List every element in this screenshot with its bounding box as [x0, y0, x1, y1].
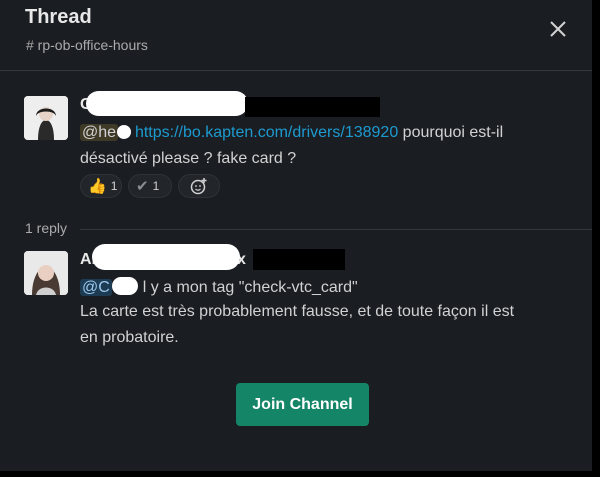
- reaction-thumbs-up[interactable]: 👍 1: [80, 174, 122, 198]
- message-line: @he https://bo.kapten.com/drivers/138920…: [80, 124, 503, 142]
- add-emoji-icon: [190, 178, 207, 195]
- redaction-mark: [253, 249, 345, 270]
- join-channel-button[interactable]: Join Channel: [236, 383, 369, 426]
- message-line: désactivé please ? fake card ?: [80, 150, 297, 167]
- close-button[interactable]: [545, 16, 571, 42]
- reaction-check[interactable]: ✔ 1: [128, 174, 172, 198]
- message-text: pourquoi est-il: [398, 124, 504, 141]
- driver-link[interactable]: https://bo.kapten.com/drivers/138920: [135, 124, 398, 141]
- user-mention[interactable]: @he: [80, 124, 119, 141]
- message-text: l y a mon tag "check-vtc_card": [142, 279, 358, 296]
- avatar[interactable]: [24, 96, 68, 140]
- redaction-mark: [86, 91, 248, 116]
- redaction-mark: [112, 277, 139, 295]
- close-icon: [550, 21, 566, 37]
- add-reaction-button[interactable]: [178, 174, 220, 198]
- thumbs-up-icon: 👍: [88, 177, 107, 195]
- redaction-mark: [116, 125, 131, 139]
- thread-panel: Thread # rp-ob-office-hours C @he https:…: [0, 0, 592, 471]
- reply-count: 1 reply: [25, 220, 68, 236]
- message-line: @C l y a mon tag "check-vtc_card": [80, 277, 358, 297]
- redaction-mark: [92, 244, 240, 270]
- message-line: en probatoire.: [80, 329, 179, 346]
- thread-header: Thread # rp-ob-office-hours: [0, 0, 592, 71]
- channel-name[interactable]: # rp-ob-office-hours: [26, 37, 148, 53]
- reaction-count: 1: [110, 179, 118, 193]
- redaction-mark: [245, 97, 380, 117]
- message-line: La carte est très probablement fausse, e…: [80, 303, 515, 320]
- user-mention[interactable]: @C: [80, 279, 112, 296]
- thread-title: Thread: [25, 6, 92, 28]
- avatar[interactable]: [24, 251, 68, 295]
- divider: [80, 229, 592, 230]
- check-icon: ✔: [136, 177, 149, 195]
- reaction-count: 1: [152, 179, 160, 193]
